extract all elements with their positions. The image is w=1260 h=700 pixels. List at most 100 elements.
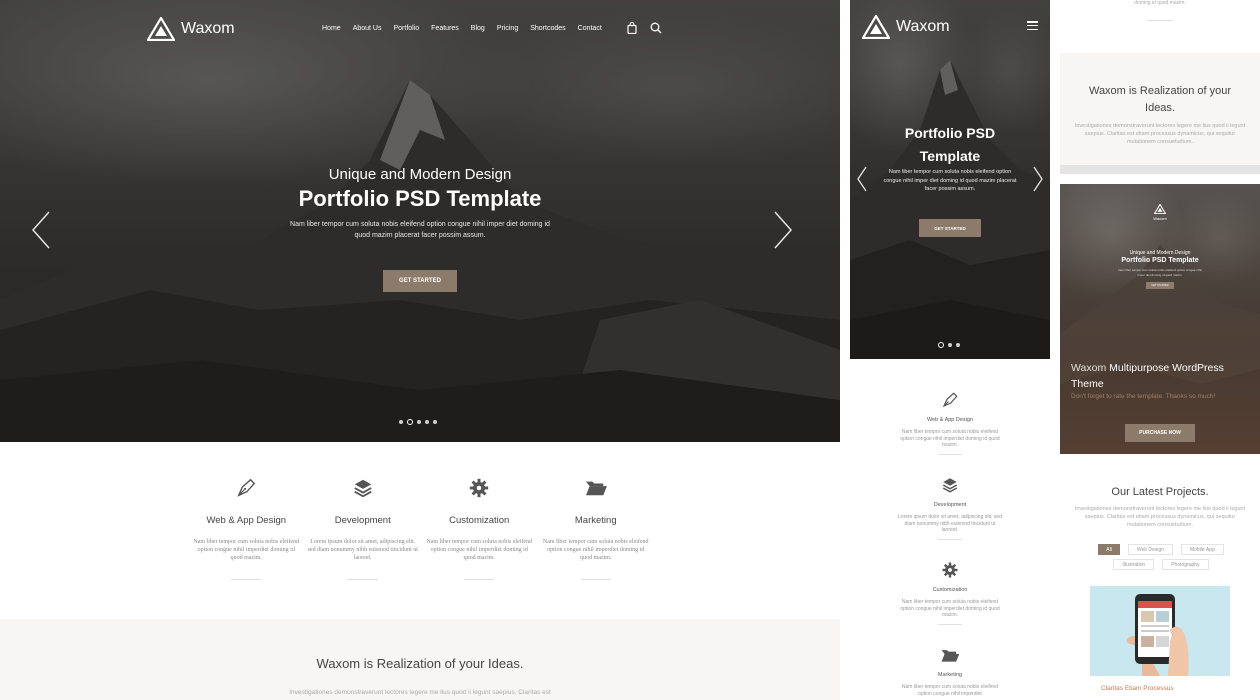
mobile-title-line: Portfolio PSD (904, 125, 996, 141)
hero-title: Portfolio PSD Template (298, 186, 542, 211)
nav-blog[interactable]: Blog (471, 25, 485, 32)
mobile-service-web-app-design: Web & App Design Nam liber tempor cum so… (880, 390, 1020, 475)
top-snippet-text: doming id quod mazim. (1134, 0, 1186, 6)
realization-title: Waxom is Realization of your Ideas. (1088, 85, 1232, 114)
service-marketing: Marketing Nam liber tempor cum soluta no… (538, 476, 655, 580)
logo-mountain-icon (1154, 204, 1166, 214)
nav-features[interactable]: Features (431, 25, 459, 32)
promo-logo-text: Waxom (1153, 216, 1167, 221)
services-section: Web & App Design Nam liber tempor cum so… (188, 476, 654, 580)
layers-icon (305, 476, 422, 500)
main-nav: Home About Us Portfolio Features Blog Pr… (322, 25, 602, 32)
nav-shortcodes[interactable]: Shortcodes (530, 25, 565, 32)
service-title: Customization (449, 515, 510, 526)
divider (231, 579, 262, 580)
menu-hamburger-icon[interactable] (1027, 21, 1038, 30)
nav-portfolio[interactable]: Portfolio (393, 25, 419, 32)
hero-description: Nam liber tempor cum soluta nobis eleife… (290, 221, 550, 239)
filter-web-design[interactable]: Web Design (1127, 544, 1173, 555)
brand-logo[interactable]: Waxom (147, 17, 235, 41)
project-filters: All Web Design Mobile App Illustration P… (1086, 544, 1236, 570)
realization-title: Waxom is Realization of your Ideas. (316, 656, 524, 671)
service-development: Development Lorem ipsum dolor sit amet, … (305, 476, 422, 580)
slider-dot[interactable] (956, 343, 960, 347)
service-desc: Nam liber tempor cum soluta nobis eleife… (426, 539, 533, 561)
folder-icon (538, 476, 655, 500)
slider-dot-active[interactable] (938, 342, 944, 348)
slider-next-arrow-icon[interactable] (772, 210, 794, 250)
slider-dot-active[interactable] (407, 419, 413, 425)
brand-name: Waxom (896, 18, 950, 35)
service-desc: Nam liber tempor cum soluta nobis eleife… (900, 599, 1000, 618)
purchase-now-button[interactable]: PURCHASE NOW (1125, 424, 1195, 442)
search-icon[interactable] (650, 22, 662, 34)
service-title: Marketing (937, 672, 963, 678)
service-title: Customization (932, 587, 968, 593)
slider-dots (938, 342, 960, 348)
section-gap (1060, 165, 1260, 174)
get-started-button[interactable]: GET STARTED (383, 270, 457, 292)
service-title: Marketing (574, 515, 617, 526)
nav-icons (626, 22, 662, 34)
filter-illustration[interactable]: Illustration (1113, 559, 1155, 570)
nav-home[interactable]: Home (322, 25, 341, 32)
divider (938, 453, 962, 455)
promo-desc: Nam liber tempor cum soluta nobis eleife… (1118, 268, 1202, 277)
realization-section: Waxom is Realization of your Ideas. Inve… (0, 619, 840, 700)
service-title: Web & App Design (926, 417, 974, 423)
service-desc: Nam liber tempor cum soluta nobis eleife… (193, 539, 300, 561)
divider (347, 579, 378, 580)
logo-mountain-icon (862, 15, 890, 39)
pen-nib-icon (880, 390, 1020, 410)
slider-dot[interactable] (399, 420, 403, 424)
mobile-hero-title: Portfolio PSD Template (850, 122, 1050, 168)
phone-in-hand-illustration (1126, 594, 1189, 676)
promo-subtitle: Unique and Modern Design (1129, 250, 1191, 256)
mobile-services-section: Web & App Design Nam liber tempor cum so… (880, 390, 1020, 700)
promo-banner: Waxom Unique and Modern Design Portfolio… (1060, 184, 1260, 454)
slider-dot[interactable] (433, 420, 437, 424)
divider (938, 538, 962, 540)
slider-next-arrow-icon[interactable] (1032, 165, 1044, 193)
service-web-app-design: Web & App Design Nam liber tempor cum so… (188, 476, 305, 580)
service-desc: Nam liber tempor cum soluta nobis eleife… (900, 429, 1000, 448)
shopping-bag-icon[interactable] (626, 22, 638, 34)
gear-icon (880, 560, 1020, 580)
gear-icon (421, 476, 538, 500)
nav-pricing[interactable]: Pricing (497, 25, 518, 32)
mobile-get-started-button[interactable]: GET STARTED (919, 219, 981, 237)
slider-prev-arrow-icon[interactable] (30, 210, 52, 250)
mobile-service-development: Development Lorem ipsum dolor sit amet, … (880, 475, 1020, 560)
service-title: Development (933, 502, 967, 508)
realization-desc: Investigationes demonstraverunt lectores… (1074, 123, 1246, 145)
service-desc: Lorem ipsum dolor sit amet, adipiscing e… (307, 539, 418, 561)
divider (1148, 20, 1172, 21)
pen-nib-icon (188, 476, 305, 500)
brand-logo[interactable]: Waxom (862, 15, 950, 39)
project-caption[interactable]: Claritas Etiam Processus (1101, 685, 1174, 692)
nav-about-us[interactable]: About Us (353, 25, 382, 32)
nav-contact[interactable]: Contact (578, 25, 602, 32)
filter-all[interactable]: All (1098, 544, 1120, 555)
service-desc: Nam liber tempor cum soluta nobis eleife… (542, 539, 649, 561)
project-card[interactable] (1090, 586, 1230, 676)
filter-mobile-app[interactable]: Mobile App (1180, 544, 1224, 555)
promo-title: Portfolio PSD Template (1121, 257, 1199, 264)
slider-prev-arrow-icon[interactable] (856, 165, 868, 193)
brand-name: Waxom (181, 20, 235, 37)
latest-projects-desc: Investigationes demonstraverunt lectores… (1074, 506, 1246, 528)
slider-dot[interactable] (948, 343, 952, 347)
mobile-service-customization: Customization Nam liber tempor cum solut… (880, 560, 1020, 645)
slider-dot[interactable] (425, 420, 429, 424)
promo-headline: Waxom Multipurpose WordPress Theme (1071, 360, 1251, 392)
divider (464, 579, 495, 580)
folder-icon (880, 645, 1020, 665)
service-title: Web & App Design (206, 515, 287, 526)
slider-dot[interactable] (417, 420, 421, 424)
logo-mountain-icon (147, 17, 175, 41)
filter-photography[interactable]: Photography (1162, 559, 1209, 570)
promo-get-started-button[interactable]: GET STARTED (1146, 282, 1174, 289)
divider (938, 623, 962, 625)
slider-dots (399, 419, 437, 425)
service-title: Development (334, 515, 391, 526)
